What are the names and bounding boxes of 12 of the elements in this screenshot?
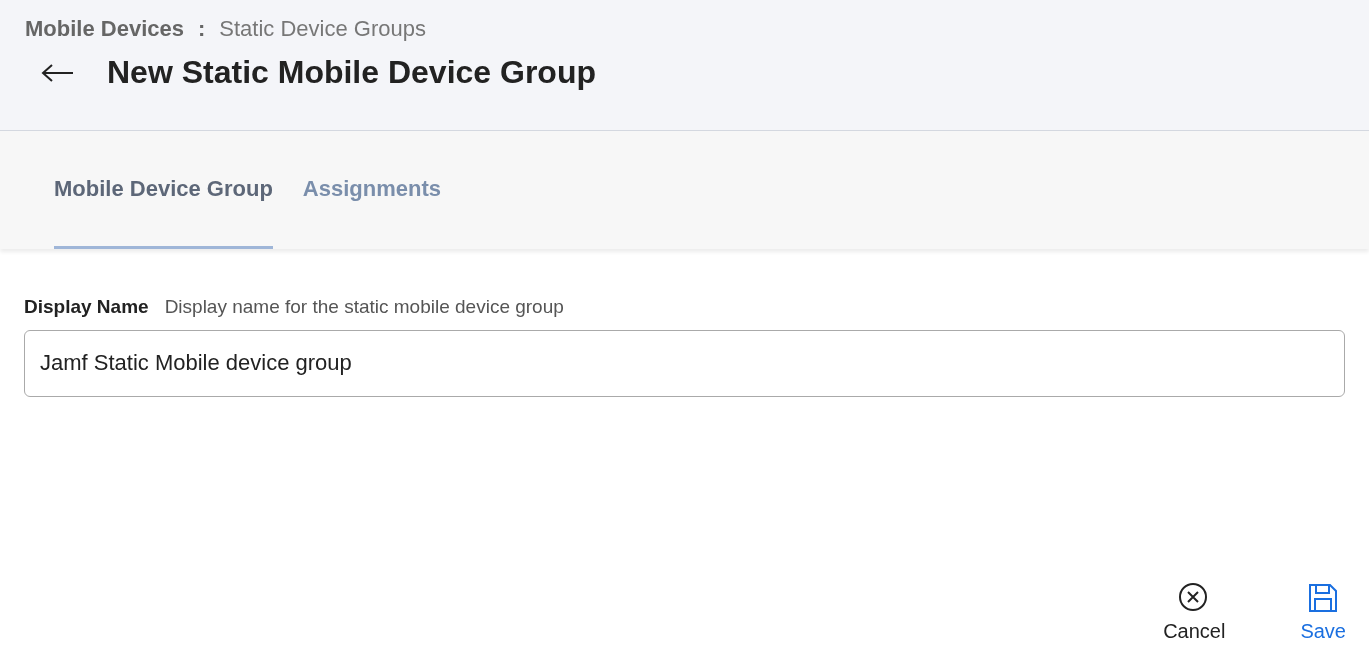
field-hint: Display name for the static mobile device group — [164, 295, 564, 319]
breadcrumb-separator: : — [197, 15, 206, 43]
display-name-field[interactable]: Jamf Static Mobile device group — [24, 329, 1345, 397]
breadcrumb-current: Static Device Groups — [219, 15, 426, 43]
save-icon — [1307, 581, 1340, 614]
cancel-button[interactable]: Cancel — [1163, 581, 1226, 646]
breadcrumb-link[interactable]: Mobile Devices — [25, 12, 184, 45]
field-label: Display Name — [24, 295, 149, 319]
tab[interactable]: Assignments — [302, 131, 441, 249]
tab[interactable]: Mobile Device Group — [54, 131, 273, 249]
page-title: New Static Mobile Device Group — [107, 53, 596, 92]
save-button[interactable]: Save — [1300, 581, 1346, 646]
